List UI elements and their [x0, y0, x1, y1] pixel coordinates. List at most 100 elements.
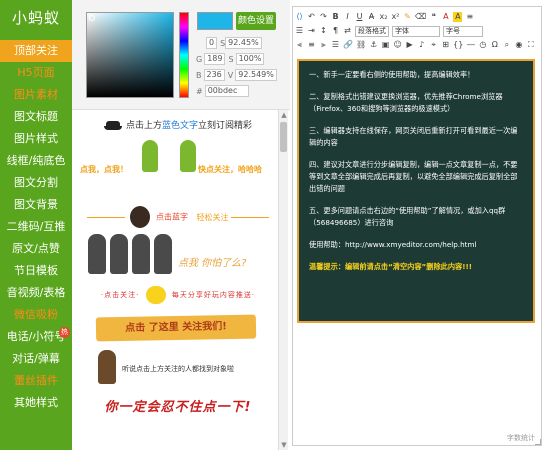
superscript-icon[interactable]: x² — [391, 12, 400, 22]
unordered-list-icon[interactable]: ☰ — [295, 26, 304, 36]
template-cant-resist[interactable]: 你一定会忍不住点一下! — [80, 396, 276, 415]
s2-field[interactable]: 100% — [235, 53, 265, 65]
paragraph-format-select[interactable]: 段落格式 — [355, 25, 389, 37]
sidebar-item-image-assets[interactable]: 图片素材 — [0, 84, 72, 106]
emotion-icon[interactable]: ☺ — [393, 40, 402, 50]
html-icon[interactable]: ⟨⟩ — [295, 12, 304, 22]
minion-icon — [145, 286, 166, 304]
line-height-icon[interactable]: ↕ — [319, 26, 328, 36]
align-left-icon[interactable]: ⫷ — [295, 40, 304, 50]
sidebar-item-holiday[interactable]: 节日模板 — [0, 260, 72, 282]
sidebar-item-background[interactable]: 图文背景 — [0, 194, 72, 216]
tpl7-text: 听说点击上方关注的人都找到对象啦 — [122, 365, 234, 373]
unlink-icon[interactable]: ⛓ — [356, 40, 366, 50]
h-field[interactable]: 0 — [206, 37, 218, 49]
word-count: 字数统计 — [507, 434, 535, 442]
sidebar-item-wechat-fans[interactable]: 微信吸粉 — [0, 304, 72, 326]
music-icon[interactable]: ♪ — [417, 40, 426, 50]
sidebar-item-phone[interactable]: 电话/小符号 热 — [0, 326, 72, 348]
undo-icon[interactable]: ↶ — [307, 12, 316, 22]
sidebar-item-top-follow[interactable]: 顶部关注 — [0, 40, 72, 62]
anchor-icon[interactable]: ⚓ — [369, 40, 378, 50]
image-icon[interactable]: ▣ — [381, 40, 390, 50]
sidebar-item-dialog[interactable]: 对话/弹幕 — [0, 348, 72, 370]
template-click-blue[interactable]: 点击蓝字 轻松关注 — [80, 206, 276, 228]
resize-handle[interactable] — [535, 439, 541, 445]
template-subscribe[interactable]: 点击上方蓝色文字立刻订阅精彩 — [80, 118, 276, 131]
sidebar-item-original[interactable]: 原文/点赞 — [0, 238, 72, 260]
saturation-value-box[interactable] — [86, 12, 174, 98]
strikethrough-icon[interactable]: A̶ — [367, 12, 376, 22]
tpl4-text: 点我 你怕了么? — [178, 258, 247, 269]
code-icon[interactable]: {} — [453, 40, 463, 50]
app-logo: 小蚂蚁 — [11, 9, 60, 27]
scroll-thumb[interactable] — [280, 122, 287, 152]
link-icon[interactable]: 🔗 — [343, 40, 353, 50]
template-minion[interactable]: ·点击关注· 每天分享好玩内容推送· — [80, 286, 276, 304]
set-color-button[interactable]: 颜色设置 — [236, 12, 276, 30]
preview-icon[interactable]: ◉ — [514, 40, 523, 50]
template-frogs[interactable]: 点我，点我！ 快点关注，哈哈哈 — [80, 140, 276, 198]
fullscreen-icon[interactable]: ⛶ — [526, 40, 535, 50]
underline-icon[interactable]: U — [355, 12, 364, 22]
sidebar: 小蚂蚁 顶部关注 H5页面 图片素材 图文标题 图片样式 线框/纯底色 图文分割… — [0, 0, 72, 450]
template-brush-banner[interactable]: 点击 了这里 关注我们! — [95, 314, 257, 342]
special-char-icon[interactable]: Ω — [490, 40, 499, 50]
divider-line — [86, 216, 125, 218]
sv-cursor[interactable] — [89, 15, 95, 21]
video-icon[interactable]: ▶ — [405, 40, 414, 50]
g-field[interactable]: 189 — [204, 53, 226, 65]
bold-icon[interactable]: B — [331, 12, 340, 22]
quote-icon[interactable]: ❝ — [429, 12, 438, 22]
sidebar-item-h5[interactable]: H5页面 — [0, 62, 72, 84]
date-icon[interactable]: ◷ — [478, 40, 487, 50]
sidebar-item-lace[interactable]: 蕾丝插件 — [0, 370, 72, 392]
font-family-select[interactable]: 字体 — [392, 25, 440, 37]
hue-slider[interactable] — [179, 12, 189, 98]
font-color-icon[interactable]: A — [441, 12, 450, 22]
search-replace-icon[interactable]: ⌕ — [502, 40, 511, 50]
sidebar-item-frame[interactable]: 线框/纯底色 — [0, 150, 72, 172]
template-boy[interactable]: 听说点击上方关注的人都找到对象啦 — [80, 350, 276, 386]
highlight-icon[interactable]: A — [453, 12, 463, 22]
figure-icon — [110, 234, 128, 274]
template-scrollbar[interactable]: ▲ ▼ — [278, 110, 288, 450]
sidebar-item-image-style[interactable]: 图片样式 — [0, 128, 72, 150]
tpl1-prefix: 点击上方 — [125, 121, 162, 131]
align-right-icon[interactable]: ⫸ — [319, 40, 328, 50]
hex-field[interactable]: 00bdec — [204, 85, 249, 97]
align-center-icon[interactable]: ≡ — [307, 40, 316, 50]
subscript-icon[interactable]: x₂ — [379, 12, 388, 22]
hot-badge: 热 — [59, 327, 70, 338]
horizontal-rule-icon[interactable]: ― — [466, 40, 475, 50]
b-field[interactable]: 236 — [203, 69, 225, 81]
font-size-select[interactable]: 字号 — [443, 25, 483, 37]
editor-content[interactable]: 一、新手一定要看右侧的使用帮助，提高编辑效率！ 二、复制格式出错建议更换浏览器，… — [297, 59, 535, 323]
label-v: V — [227, 70, 234, 80]
sidebar-item-media[interactable]: 音视频/表格 — [0, 282, 72, 304]
boy-icon — [98, 350, 116, 384]
redo-icon[interactable]: ↷ — [319, 12, 328, 22]
format-brush-icon[interactable]: ✎ — [403, 12, 412, 22]
sidebar-item-other[interactable]: 其她样式 — [0, 392, 72, 414]
table-icon[interactable]: ⊞ — [441, 40, 450, 50]
s-field[interactable]: 92.45% — [225, 37, 262, 49]
align-justify-icon[interactable]: ☰ — [331, 40, 340, 50]
sidebar-item-qrcode[interactable]: 二维码/互推 — [0, 216, 72, 238]
clear-format-icon[interactable]: ⌫ — [415, 12, 426, 22]
scroll-down-icon[interactable]: ▼ — [279, 440, 289, 450]
scroll-up-icon[interactable]: ▲ — [279, 110, 289, 120]
toolbar-row-2: ☰ ⇥ ↕ ¶ ⇄ 段落格式 字体 字号 — [295, 25, 539, 37]
italic-icon[interactable]: I — [343, 12, 352, 22]
sidebar-item-article-title[interactable]: 图文标题 — [0, 106, 72, 128]
sidebar-item-divider[interactable]: 图文分割 — [0, 172, 72, 194]
indent-icon[interactable]: ⇥ — [307, 26, 316, 36]
frog-icon — [180, 140, 196, 172]
ordered-list-icon[interactable]: ≡ — [465, 12, 474, 22]
paragraph-spacing-icon[interactable]: ¶ — [331, 26, 340, 36]
tpl3-left: 点击蓝字 — [156, 212, 188, 222]
template-afraid[interactable]: 点我 你怕了么? — [80, 234, 276, 276]
v-field[interactable]: 92.549% — [235, 69, 277, 81]
map-icon[interactable]: ⌖ — [429, 40, 438, 50]
text-direction-icon[interactable]: ⇄ — [343, 26, 352, 36]
